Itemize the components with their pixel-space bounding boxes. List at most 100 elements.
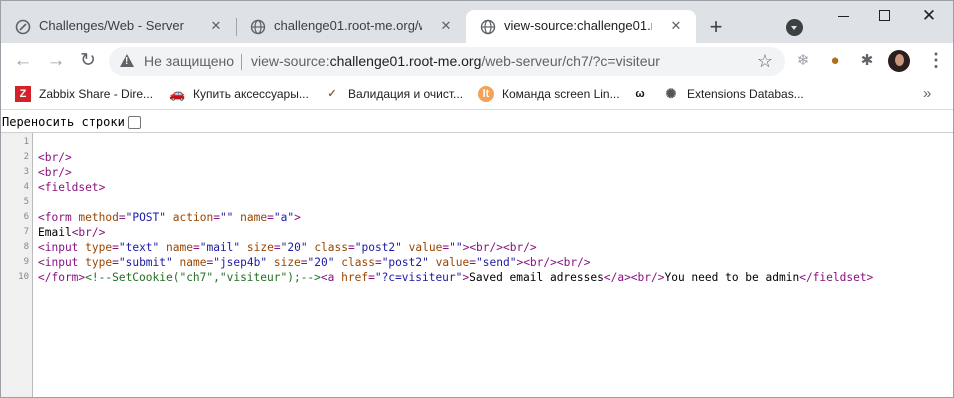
code-token: "post2"	[381, 256, 429, 269]
url-text[interactable]: view-source:challenge01.root-me.org/web-…	[251, 53, 660, 70]
code-token: type	[85, 241, 113, 254]
line-number: 8	[23, 242, 29, 252]
divider	[241, 54, 242, 70]
code-token: "text"	[118, 241, 160, 254]
close-icon[interactable]: ✕	[208, 18, 224, 34]
code-token: <input	[38, 241, 86, 254]
close-icon[interactable]: ✕	[668, 18, 684, 34]
tab-view-source[interactable]: view-source:challenge01.root-me ✕	[466, 10, 696, 43]
code-token: ""	[219, 211, 234, 224]
window-close-button[interactable]: ✕	[915, 7, 943, 25]
line-number: 1	[23, 137, 29, 147]
code-token: ><br/><br/>	[516, 256, 591, 269]
tab-title: Challenges/Web - Server : HTTP	[39, 18, 187, 33]
omega-icon: ω	[635, 87, 645, 100]
code-token: =	[112, 256, 119, 269]
close-icon[interactable]: ✕	[438, 18, 454, 34]
bookmark-extensions-db[interactable]: ✺ Extensions Databas...	[663, 84, 804, 104]
forward-icon[interactable]: →	[44, 49, 68, 73]
code-token: </fieldset>	[799, 271, 874, 284]
bookmark-zabbix[interactable]: Z Zabbix Share - Dire...	[15, 84, 153, 104]
kebab-menu-icon[interactable]: ⋮	[927, 50, 945, 72]
reload-icon[interactable]: ↻	[76, 49, 100, 73]
more-bookmarks-icon[interactable]: »	[923, 85, 931, 103]
source-line: 5	[1, 195, 953, 210]
code-token: <br/>	[38, 166, 72, 179]
url-path: /web-serveur/ch7/?c=visiteur	[481, 53, 660, 69]
car-icon: 🚗	[169, 85, 186, 101]
url-host: challenge01.root-me.org	[329, 53, 482, 69]
bookmark-label: Zabbix Share - Dire...	[39, 87, 154, 101]
code-token: class	[314, 241, 348, 254]
toolbar: ← → ↻ Не защищено view-source:challenge0…	[1, 43, 953, 79]
code-token: <!--SetCookie("ch7","visiteur");-->	[85, 271, 321, 284]
line-number: 9	[23, 257, 29, 267]
minimize-button[interactable]	[829, 7, 857, 25]
gear-icon: ✺	[665, 85, 677, 101]
wrap-lines-checkbox[interactable]	[128, 116, 141, 129]
code-token: =	[348, 241, 355, 254]
code-token: "20"	[307, 256, 335, 269]
puzzle-extensions-icon[interactable]: ✱	[857, 51, 877, 71]
line-number: 2	[23, 152, 29, 162]
code-token: =	[267, 211, 274, 224]
code-token: class	[341, 256, 375, 269]
line-number: 7	[23, 227, 29, 237]
code-token: =	[273, 241, 281, 254]
code-token: ><br/><br/>	[462, 241, 537, 254]
zabbix-icon: Z	[15, 85, 31, 102]
code-token: "20"	[280, 241, 308, 254]
lt-icon: lt	[478, 85, 494, 102]
back-icon[interactable]: ←	[11, 49, 35, 73]
wrap-lines-label[interactable]: Переносить строки	[2, 115, 125, 129]
code-token: </form>	[38, 271, 86, 284]
source-line: 4 <fieldset>	[1, 180, 953, 195]
code-token: name	[179, 256, 207, 269]
root-me-icon	[15, 19, 31, 35]
cookie-extension-icon[interactable]: ●	[825, 51, 845, 71]
code-token: "jsep4b"	[213, 256, 268, 269]
tab-web-serveur[interactable]: challenge01.root-me.org/web-s ✕	[236, 10, 467, 43]
line-number: 4	[23, 182, 29, 192]
star-icon[interactable]: ☆	[757, 51, 773, 71]
source-code: <br/>	[38, 150, 72, 165]
source-line: 9 <input type="submit" name="jsep4b" size…	[1, 255, 953, 270]
code-token: "send"	[476, 256, 517, 269]
code-token: method	[78, 211, 119, 224]
bookmark-screen-linux[interactable]: lt Команда screen Lin...	[478, 84, 620, 104]
code-token: =	[300, 256, 308, 269]
line-number: 10	[18, 272, 29, 282]
code-token: "?c=visiteur"	[374, 271, 463, 284]
code-token: "POST"	[125, 211, 167, 224]
code-token: size	[246, 241, 274, 254]
code-token: You need to be admin	[664, 271, 800, 284]
new-tab-button[interactable]: +	[705, 16, 727, 39]
tab-challenges[interactable]: Challenges/Web - Server : HTTP ✕	[1, 10, 237, 43]
code-token: name	[166, 241, 193, 254]
tab-search-icon[interactable]	[786, 19, 803, 36]
bookmark-label: Extensions Databas...	[687, 87, 804, 101]
address-bar[interactable]: Не защищено view-source:challenge01.root…	[109, 47, 785, 76]
source-code: <input type="submit" name="jsep4b" size=…	[38, 255, 591, 270]
source-code: <br/>	[38, 165, 72, 180]
security-label[interactable]: Не защищено	[144, 53, 234, 70]
bookmark-label: Команда screen Lin...	[502, 87, 620, 101]
source-code: <fieldset>	[38, 180, 105, 195]
code-token: <input	[38, 256, 86, 269]
code-token: "post2"	[354, 241, 402, 254]
bookmark-omega[interactable]: ω	[632, 84, 656, 104]
bookmark-validation[interactable]: ✓ Валидация и очист...	[324, 84, 463, 104]
snowflake-extension-icon[interactable]: ❄	[793, 51, 813, 71]
source-code: Email<br/>	[38, 225, 105, 240]
bookmark-label: Купить аксессуары...	[193, 87, 309, 101]
code-token: action	[172, 211, 214, 224]
avatar[interactable]	[888, 50, 910, 72]
maximize-button[interactable]	[871, 7, 899, 25]
line-wrap-bar: Переносить строки	[1, 112, 953, 133]
source-line: 8 <input type="text" name="mail" size="20…	[1, 240, 953, 255]
warning-icon[interactable]	[120, 54, 134, 67]
bookmark-accessories[interactable]: 🚗 Купить аксессуары...	[169, 84, 309, 104]
